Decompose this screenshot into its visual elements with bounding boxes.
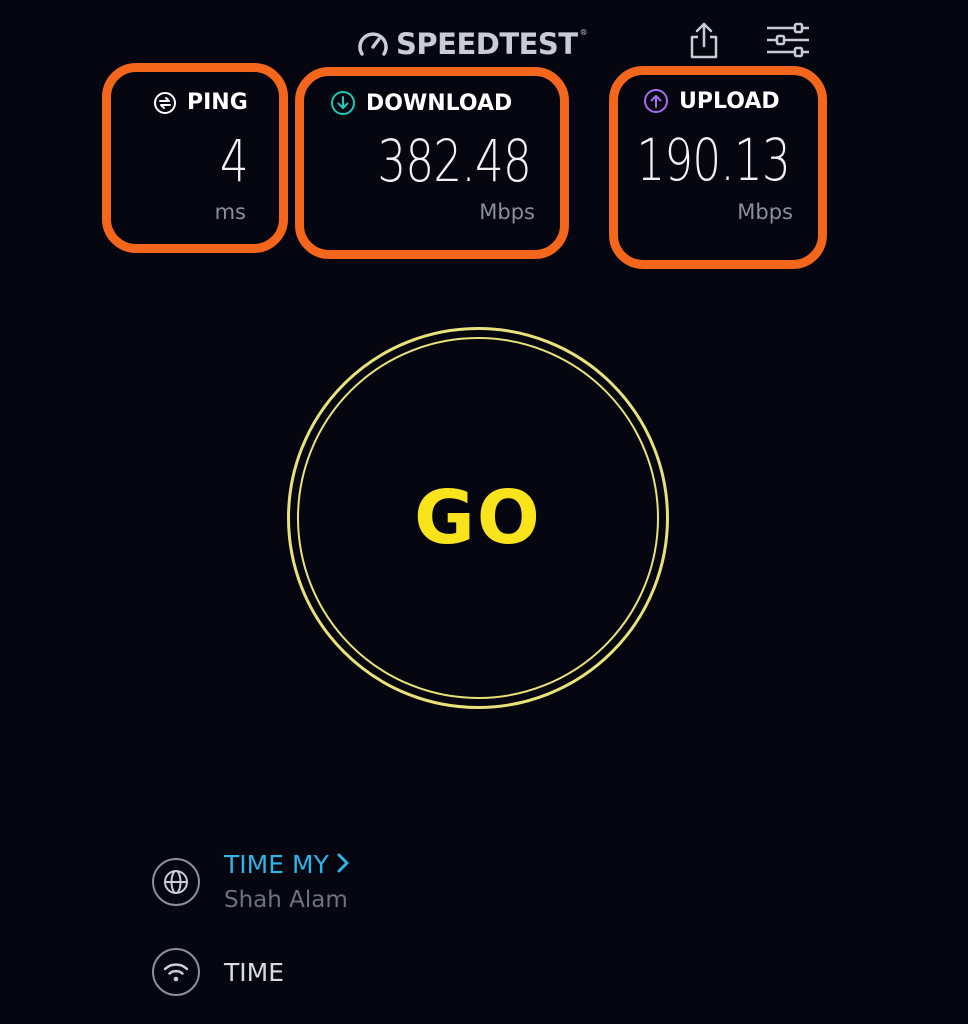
provider-name: TIME MY	[224, 850, 329, 879]
speedtest-logo: SPEEDTEST ®	[356, 22, 588, 66]
chevron-right-icon	[337, 850, 349, 879]
settings-button[interactable]	[762, 20, 814, 64]
ping-unit: ms	[214, 200, 246, 224]
globe-icon	[152, 857, 200, 906]
connection-row[interactable]: TIME	[152, 948, 284, 996]
provider-row: TIME MY Shah Alam	[152, 850, 349, 913]
download-arrow-icon	[330, 90, 356, 116]
upload-arrow-icon	[643, 88, 669, 114]
share-button[interactable]	[682, 20, 726, 64]
ping-icon	[153, 91, 177, 115]
share-icon	[689, 21, 719, 63]
ping-label: PING	[187, 90, 248, 115]
settings-sliders-icon	[765, 22, 811, 62]
download-unit: Mbps	[479, 200, 535, 224]
provider-link[interactable]: TIME MY	[224, 850, 349, 879]
download-title: DOWNLOAD	[330, 90, 512, 116]
download-label: DOWNLOAD	[366, 90, 513, 116]
download-value: 382.48	[377, 127, 531, 195]
go-button[interactable]: GO	[287, 327, 669, 709]
connection-name: TIME	[224, 957, 285, 987]
go-inner-ring	[297, 337, 659, 699]
provider-location: Shah Alam	[224, 887, 348, 913]
ping-title: PING	[153, 90, 248, 115]
upload-label: UPLOAD	[679, 88, 780, 114]
logo-text: SPEEDTEST	[396, 27, 578, 61]
wifi-icon	[152, 948, 200, 996]
upload-title: UPLOAD	[643, 88, 780, 114]
ping-value: 4	[219, 127, 249, 195]
upload-unit: Mbps	[737, 200, 793, 224]
trademark-symbol: ®	[579, 28, 588, 37]
upload-value: 190.13	[636, 126, 790, 194]
speedometer-icon	[356, 27, 390, 61]
